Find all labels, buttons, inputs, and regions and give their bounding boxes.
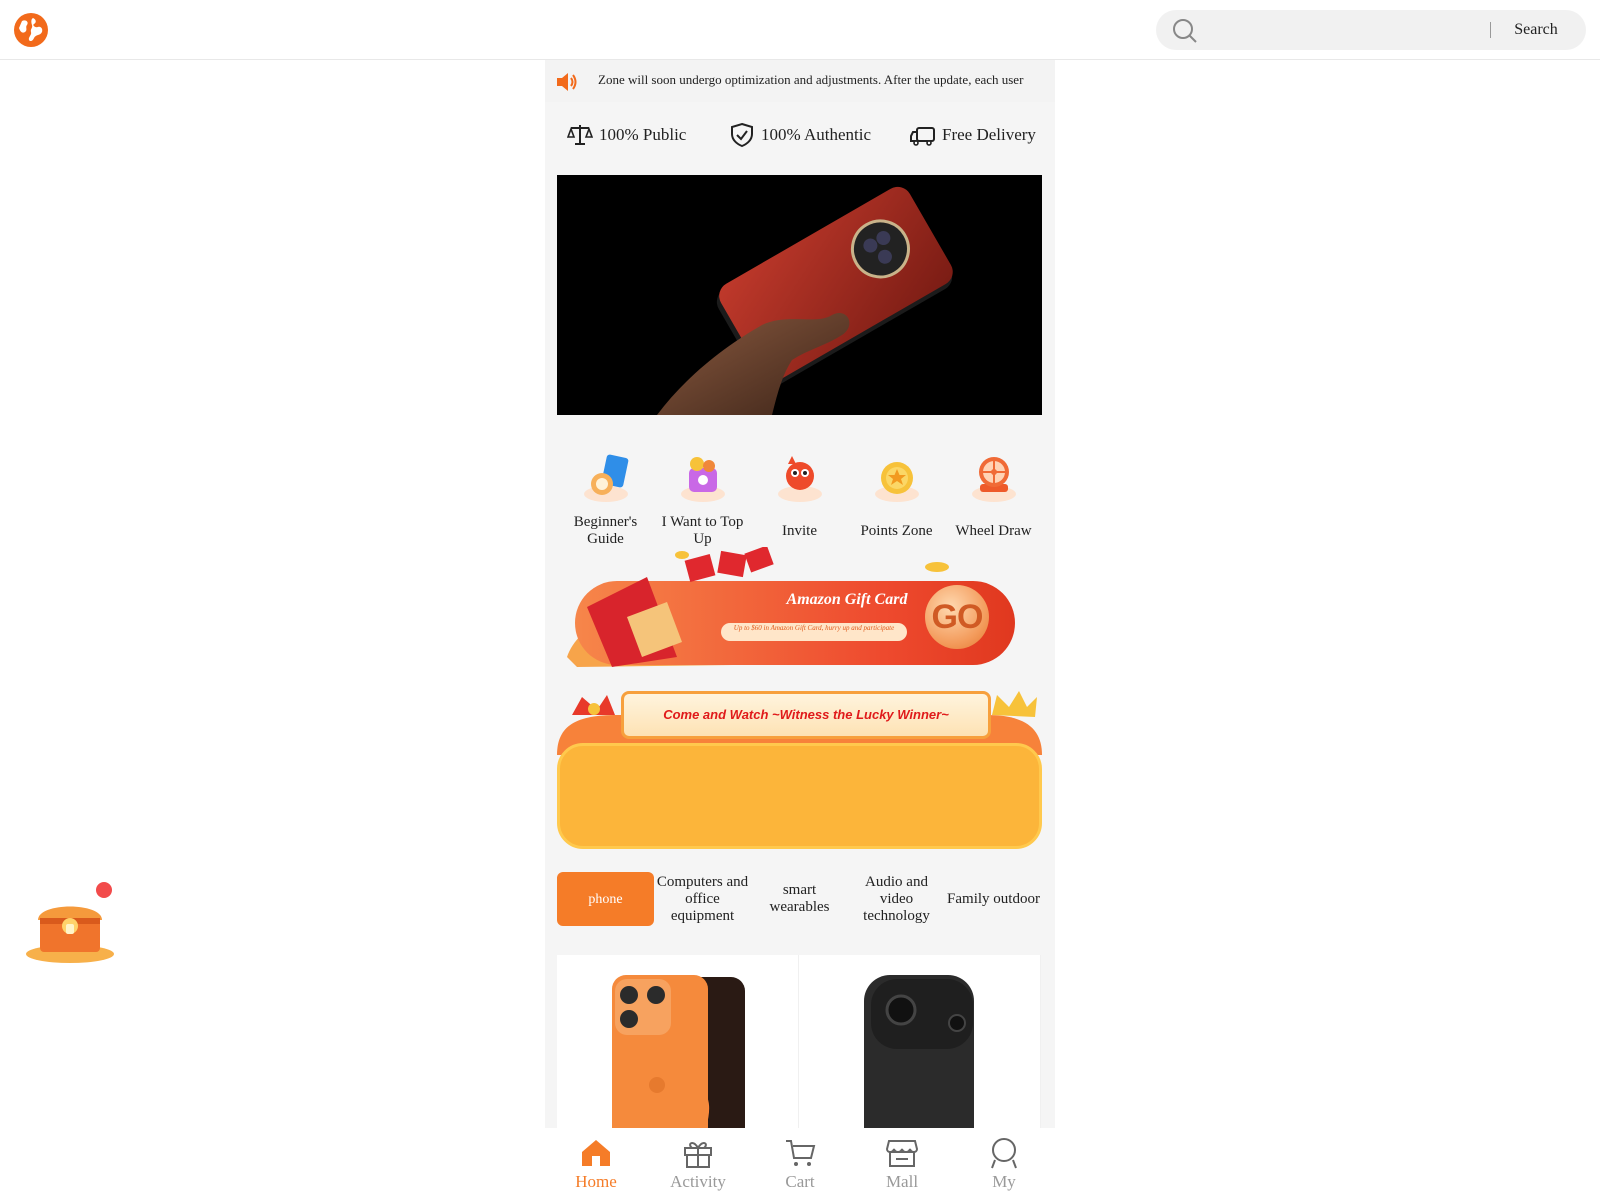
quick-link-label: Wheel Draw [955, 522, 1032, 539]
top-up-icon [680, 457, 725, 502]
category-tab-family-outdoor[interactable]: Family outdoor [945, 872, 1042, 926]
globe-icon[interactable] [13, 12, 49, 48]
notification-dot [96, 882, 112, 898]
home-icon [582, 1140, 610, 1166]
user-icon [991, 1138, 1017, 1169]
wheel-icon [971, 457, 1016, 502]
tab-activity[interactable]: Activity [647, 1128, 749, 1200]
gift-card-banner[interactable]: Amazon Gift Card Up to $60 in Amazon Gif… [557, 547, 1027, 682]
search-divider [1490, 22, 1491, 38]
points-coin-icon [874, 462, 919, 502]
category-tab-computers[interactable]: Computers and office equipment [654, 872, 751, 926]
tab-label: Activity [670, 1172, 726, 1191]
speaker-icon [557, 73, 577, 91]
hero-banner[interactable] [557, 175, 1042, 415]
notice-text: Zone will soon undergo optimization and … [598, 72, 1024, 87]
quick-link-wheel[interactable]: Wheel Draw [945, 450, 1042, 550]
quick-link-guide[interactable]: Beginner's Guide [557, 450, 654, 550]
tab-home[interactable]: Home [545, 1128, 647, 1200]
top-bar: Search [0, 0, 1600, 60]
bottom-tab-bar: Home Activity Cart Mall My [545, 1128, 1055, 1200]
category-tab-phone[interactable]: phone [557, 872, 654, 926]
feature-label: 100% Public [599, 125, 687, 144]
lucky-winner-panel: Come and Watch ~Witness the Lucky Winner… [557, 685, 1042, 850]
feature-delivery: Free Delivery [910, 120, 1036, 150]
quick-link-points[interactable]: Points Zone [848, 450, 945, 550]
treasure-chest-button[interactable] [22, 878, 118, 968]
guide-book-icon [583, 454, 628, 502]
category-tab-wearables[interactable]: smart wearables [751, 872, 848, 926]
search-icon [1173, 19, 1197, 43]
scale-icon [567, 125, 593, 145]
tab-label: Mall [885, 1172, 919, 1191]
quick-link-label: Invite [782, 522, 817, 539]
feature-label: Free Delivery [942, 125, 1036, 144]
feature-authentic: 100% Authentic [729, 120, 871, 150]
phone-product-image [657, 186, 953, 415]
quick-link-top-up[interactable]: I Want to Top Up [654, 450, 751, 550]
cart-icon [786, 1140, 816, 1166]
notice-bar: Zone will soon undergo optimization and … [545, 60, 1055, 102]
category-tabs: phone Computers and office equipment sma… [557, 872, 1042, 928]
feature-label: 100% Authentic [761, 125, 872, 144]
quick-link-invite[interactable]: Invite [751, 450, 848, 550]
search-button[interactable]: Search [1501, 10, 1571, 50]
tab-mall[interactable]: Mall [851, 1128, 953, 1200]
quick-links: Beginner's Guide I Want to Top Up Invite [557, 450, 1042, 550]
winner-title: Come and Watch ~Witness the Lucky Winner… [621, 691, 991, 739]
feature-public: 100% Public [567, 120, 686, 150]
quick-link-label: I Want to Top Up [661, 514, 744, 547]
gift-card-subtitle: Up to $60 in Amazon Gift Card, hurry up … [721, 623, 907, 641]
shield-check-icon [731, 122, 753, 148]
category-tab-audio-video[interactable]: Audio and video technology [848, 872, 945, 926]
tab-my[interactable]: My [953, 1128, 1055, 1200]
tab-label: Home [575, 1172, 617, 1191]
go-button[interactable]: GO [925, 585, 989, 649]
gift-card-title: Amazon Gift Card [786, 591, 908, 608]
tab-cart[interactable]: Cart [749, 1128, 851, 1200]
quick-link-label: Beginner's Guide [573, 514, 638, 547]
search-bar: Search [1156, 10, 1600, 50]
main-content: Zone will soon undergo optimization and … [545, 60, 1055, 1200]
quick-link-label: Points Zone [860, 522, 933, 539]
truck-icon [910, 127, 935, 146]
invite-icon [777, 456, 822, 502]
tab-label: My [992, 1172, 1016, 1191]
store-icon [885, 1140, 919, 1167]
tab-label: Cart [785, 1172, 815, 1191]
gift-icon [684, 1141, 712, 1168]
winner-list [557, 743, 1042, 849]
